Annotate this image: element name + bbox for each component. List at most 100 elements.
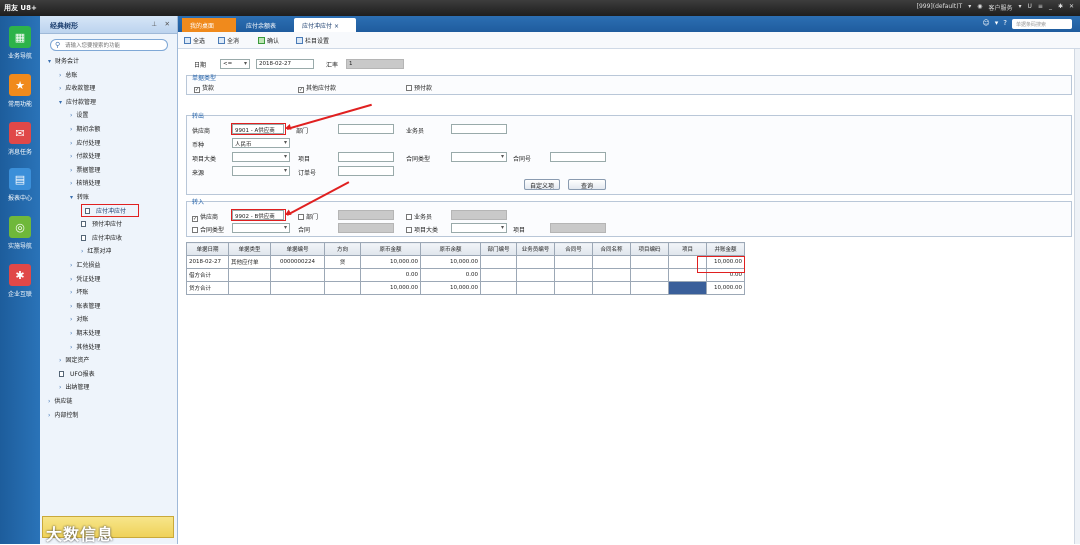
chevron-down-icon[interactable]: ▾ — [48, 58, 51, 65]
nav-tree-item[interactable]: 预付冲应付 — [81, 219, 122, 228]
chevron-right-icon[interactable]: › — [59, 384, 61, 391]
nav-tree-item[interactable]: › 付款处理 — [70, 151, 100, 160]
item-class-select[interactable] — [232, 152, 290, 162]
source-select[interactable] — [232, 166, 290, 176]
rate-input[interactable]: 1 — [346, 59, 404, 69]
grid-cell[interactable] — [592, 268, 631, 282]
nav-tree-item[interactable]: 应付冲应收 — [81, 233, 122, 242]
chevron-right-icon[interactable]: › — [70, 153, 72, 160]
select-all-button[interactable]: 全选 — [184, 36, 205, 45]
leftbar-item[interactable]: ★ 常用功能 — [2, 74, 38, 108]
nav-tree-item[interactable]: › 设置 — [70, 110, 88, 119]
grid-cell[interactable] — [554, 281, 593, 295]
leftbar-item[interactable]: ✉ 消息任务 — [2, 122, 38, 156]
grid-cell[interactable] — [630, 281, 669, 295]
chevron-right-icon[interactable]: › — [70, 126, 72, 133]
grid-header-cell[interactable]: 合同号 — [554, 242, 593, 256]
grid-cell[interactable]: 借方合计 — [186, 268, 229, 282]
nav-tree-item[interactable]: › 应收款管理 — [59, 83, 95, 92]
grid-cell[interactable] — [228, 281, 271, 295]
grid-cell[interactable] — [630, 255, 669, 269]
tab-ap-balance[interactable]: 应付余额表 — [238, 18, 290, 32]
nav-tree-item[interactable]: › 汇兑损益 — [70, 260, 100, 269]
contract-no-input[interactable] — [550, 152, 606, 162]
checkbox-icon[interactable]: ✓ — [194, 87, 200, 93]
grid-cell[interactable] — [592, 255, 631, 269]
checkbox-icon[interactable] — [406, 227, 412, 233]
grid-cell[interactable] — [228, 268, 271, 282]
grid-cell[interactable] — [554, 268, 593, 282]
grid-cell[interactable]: 其他应付单 — [228, 255, 271, 269]
chevron-right-icon[interactable]: › — [70, 344, 72, 351]
custom-button[interactable]: 自定义项 — [524, 179, 560, 190]
grid-cell[interactable]: 贷方合计 — [186, 281, 229, 295]
checkbox-icon[interactable] — [298, 214, 304, 220]
nav-tree-item[interactable]: ▾ 财务会计 — [48, 56, 79, 65]
nav-tree-item[interactable]: › 总账 — [59, 70, 77, 79]
grid-cell[interactable]: 0.00 — [360, 268, 421, 282]
chevron-down-icon[interactable]: ▾ — [1018, 3, 1021, 12]
grid-cell[interactable] — [516, 255, 555, 269]
tab-ap-offset[interactable]: 应付冲应付 × — [294, 18, 356, 32]
grid-cell[interactable]: 0000000224 — [270, 255, 325, 269]
dept-input[interactable] — [338, 124, 394, 134]
clear-all-button[interactable]: 全消 — [218, 36, 239, 45]
chevron-right-icon[interactable]: › — [70, 276, 72, 283]
grid-cell[interactable]: 0.00 — [420, 268, 481, 282]
smile-icon[interactable]: ☺ — [982, 19, 989, 29]
chevron-right-icon[interactable]: › — [81, 248, 83, 255]
columns-button[interactable]: 栏目设置 — [296, 36, 329, 45]
nav-tree-item[interactable]: › 凭证处理 — [70, 274, 100, 283]
menu-icon[interactable]: ≡ — [1038, 3, 1043, 12]
date-operator-select[interactable]: <= — [220, 59, 250, 69]
chevron-right-icon[interactable]: › — [59, 72, 61, 79]
checkbox-icon[interactable]: ✓ — [192, 216, 198, 222]
nav-tree-item[interactable]: › 坏账 — [70, 287, 88, 296]
service-link[interactable]: 客户服务 — [988, 3, 1012, 12]
in-contract-type-select[interactable] — [232, 223, 290, 233]
grid-cell[interactable] — [480, 281, 517, 295]
currency-select[interactable]: 人民币 — [232, 138, 290, 148]
clerk-input[interactable] — [451, 124, 507, 134]
in-clerk-check[interactable]: 业务员 — [406, 212, 432, 221]
grid-header-cell[interactable]: 单据类型 — [228, 242, 271, 256]
contract-type-select[interactable] — [451, 152, 507, 162]
leftbar-item[interactable]: ✱ 企业互联 — [2, 264, 38, 298]
nav-tree-item[interactable]: › 应付处理 — [70, 138, 100, 147]
doctype-goods[interactable]: ✓ 货款 — [194, 83, 214, 93]
nav-tree-item[interactable]: › 票据管理 — [70, 165, 100, 174]
nav-search[interactable]: ⚲ — [50, 39, 168, 51]
grid-cell[interactable] — [668, 281, 707, 295]
chevron-right-icon[interactable]: › — [59, 357, 61, 364]
in-item-class-select[interactable] — [451, 223, 507, 233]
grid-cell[interactable] — [516, 281, 555, 295]
in-contract-type-check[interactable]: 合同类型 — [192, 225, 224, 234]
grid-cell[interactable]: 10,000.00 — [360, 255, 421, 269]
chevron-right-icon[interactable]: › — [70, 316, 72, 323]
grid-cell[interactable]: 10,000.00 — [420, 281, 481, 295]
nav-tree-item[interactable]: UFO报表 — [59, 369, 95, 378]
chevron-right-icon[interactable]: › — [70, 303, 72, 310]
nav-tree-item[interactable]: › 期初余额 — [70, 124, 100, 133]
grid-cell[interactable] — [516, 268, 555, 282]
grid-cell[interactable] — [480, 268, 517, 282]
checkbox-icon[interactable] — [406, 85, 412, 91]
chevron-right-icon[interactable]: › — [48, 412, 50, 419]
chevron-down-icon[interactable]: ▾ — [59, 99, 62, 106]
chevron-down-icon[interactable]: ▾ — [70, 194, 73, 201]
in-supplier-check[interactable]: ✓ 供应商 — [192, 212, 218, 222]
chevron-right-icon[interactable]: › — [70, 262, 72, 269]
nav-tree-item[interactable]: › 账表管理 — [70, 301, 100, 310]
close-icon[interactable]: ✕ — [165, 20, 170, 28]
nav-tree-item[interactable]: ▾ 转账 — [70, 192, 89, 201]
grid-row[interactable]: 借方合计 0.00 0.00 0.00 — [186, 268, 745, 282]
nav-tree-item[interactable]: › 固定资产 — [59, 355, 89, 364]
grid-header-cell[interactable]: 项目编码 — [630, 242, 669, 256]
chevron-right-icon[interactable]: › — [70, 167, 72, 174]
nav-tree-item[interactable]: › 内部控制 — [48, 410, 78, 419]
chevron-right-icon[interactable]: › — [70, 289, 72, 296]
grid-cell[interactable]: 贷 — [324, 255, 361, 269]
date-input[interactable]: 2018-02-27 — [256, 59, 314, 69]
chevron-right-icon[interactable]: › — [59, 85, 61, 92]
confirm-button[interactable]: 确认 — [258, 36, 279, 45]
